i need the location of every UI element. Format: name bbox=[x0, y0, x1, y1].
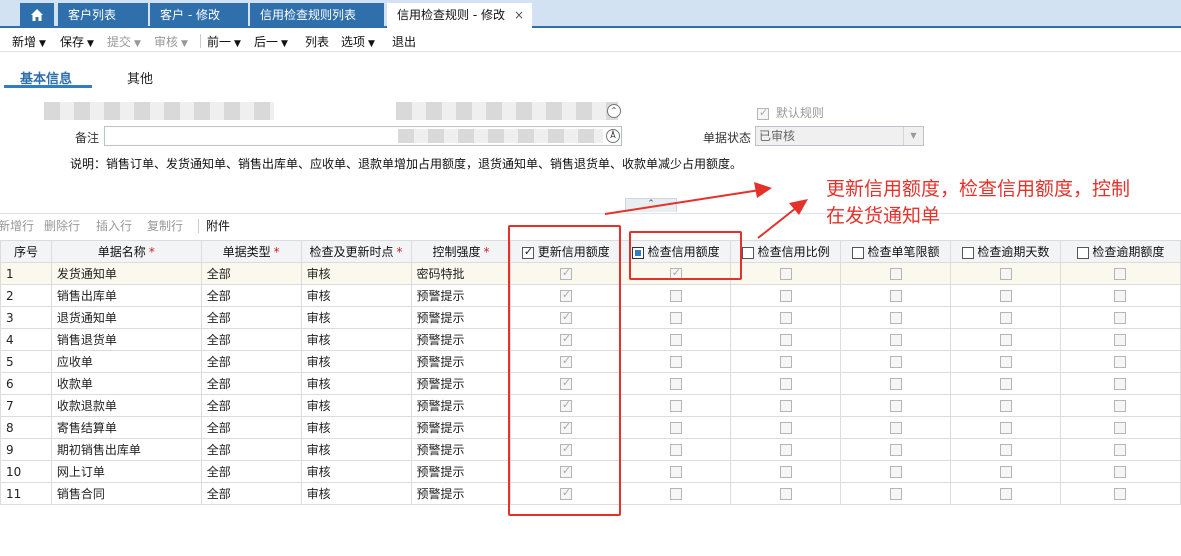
annotation-arrows bbox=[604, 182, 808, 239]
annotation-line-1: 更新信用额度，检查信用额度，控制 bbox=[826, 178, 1131, 200]
annotation-line-2: 在发货通知单 bbox=[826, 205, 941, 227]
